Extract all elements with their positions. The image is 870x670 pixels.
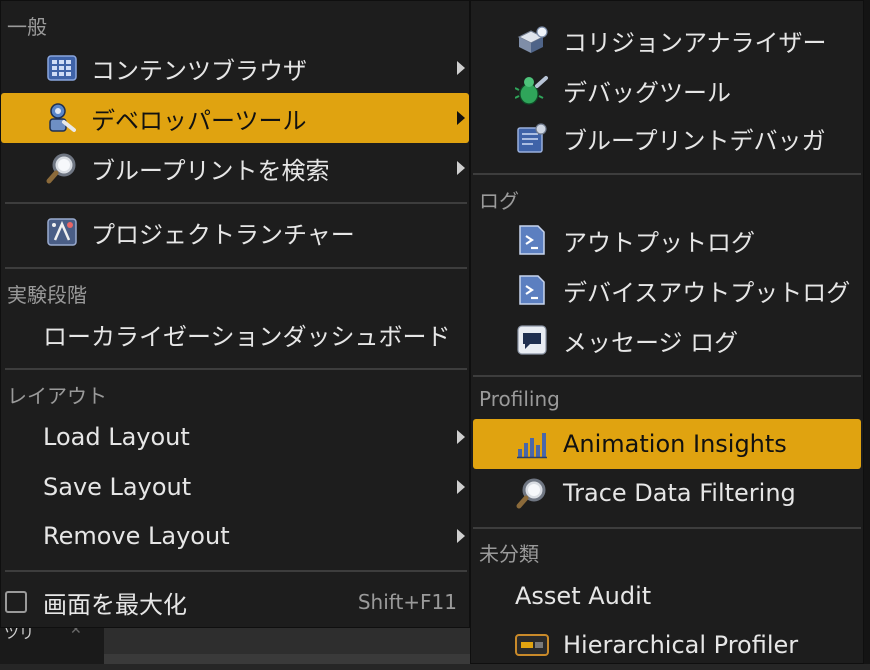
menu-item-device-output-log[interactable]: デバイスアウトプットログ bbox=[473, 265, 861, 315]
chevron-right-icon bbox=[457, 161, 465, 175]
bottom-panel-area bbox=[104, 654, 470, 664]
menu-item-output-log[interactable]: アウトプットログ bbox=[473, 215, 861, 265]
menu-divider bbox=[5, 267, 467, 269]
tree-tab-label: ツリ bbox=[4, 626, 35, 642]
menu-item-label: Trace Data Filtering bbox=[563, 479, 796, 507]
chevron-right-icon bbox=[457, 111, 465, 125]
chevron-right-icon bbox=[457, 529, 465, 543]
menu-item-project-launcher[interactable]: プロジェクトランチャー bbox=[1, 207, 469, 257]
menu-item-label: デバッグツール bbox=[563, 78, 731, 107]
menu-item-label: Save Layout bbox=[43, 473, 192, 501]
menu-item-label: プロジェクトランチャー bbox=[91, 220, 355, 249]
menu-item-debug-tools[interactable]: デバッグツール bbox=[473, 65, 861, 115]
blueprint-debugger-icon bbox=[515, 121, 549, 155]
scrollbar[interactable] bbox=[864, 0, 870, 664]
profiler-icon bbox=[515, 628, 549, 662]
chevron-right-icon bbox=[457, 430, 465, 444]
menu-item-message-log[interactable]: メッセージ ログ bbox=[473, 315, 861, 365]
menu-item-label: コリジョンアナライザー bbox=[563, 28, 827, 57]
menu-divider bbox=[5, 202, 467, 204]
section-header-layout: レイアウト bbox=[7, 384, 107, 408]
chevron-right-icon bbox=[457, 61, 465, 75]
magnifier-icon bbox=[515, 476, 549, 510]
menu-item-hierarchical-profiler[interactable]: Hierarchical Profiler bbox=[473, 620, 861, 670]
menu-item-remove-layout[interactable]: Remove Layout bbox=[1, 511, 469, 561]
menu-item-developer-tools[interactable]: デベロッパーツール bbox=[1, 93, 469, 143]
menu-item-label: Load Layout bbox=[43, 423, 190, 451]
menu-item-label: メッセージ ログ bbox=[563, 328, 739, 357]
section-header-uncategorized: 未分類 bbox=[479, 542, 539, 566]
magnifier-icon bbox=[45, 151, 79, 185]
developer-tools-icon bbox=[43, 101, 77, 135]
maximize-checkbox[interactable] bbox=[5, 591, 27, 613]
grid-icon bbox=[45, 51, 79, 85]
device-output-log-icon bbox=[515, 273, 549, 307]
menu-item-label: Asset Audit bbox=[515, 582, 652, 610]
menu-item-find-in-blueprints[interactable]: ブループリントを検索 bbox=[1, 143, 469, 193]
menu-divider bbox=[473, 173, 861, 175]
menu-item-load-layout[interactable]: Load Layout bbox=[1, 412, 469, 462]
menu-item-save-layout[interactable]: Save Layout bbox=[1, 462, 469, 512]
menu-divider bbox=[473, 375, 861, 377]
output-log-icon bbox=[515, 223, 549, 257]
section-header-log: ログ bbox=[479, 189, 519, 213]
menu-item-label: 画面を最大化 bbox=[43, 590, 187, 619]
menu-item-label: Remove Layout bbox=[43, 522, 230, 550]
menu-item-label: コンテンツブラウザ bbox=[91, 56, 307, 85]
menu-item-collision-analyzer[interactable]: コリジョンアナライザー bbox=[473, 15, 861, 65]
menu-item-label: デバイスアウトプットログ bbox=[563, 278, 851, 307]
bar-chart-icon bbox=[515, 427, 549, 461]
menu-item-label: アウトプットログ bbox=[563, 228, 755, 257]
menu-item-content-browser[interactable]: コンテンツブラウザ bbox=[1, 43, 469, 93]
menu-item-asset-audit[interactable]: Asset Audit bbox=[473, 571, 861, 621]
menu-item-maximize-viewport[interactable]: 画面を最大化 Shift+F11 bbox=[1, 577, 469, 627]
menu-item-label: ローカライゼーションダッシュボード bbox=[43, 322, 451, 351]
tree-tab[interactable]: ツリ ✕ bbox=[0, 626, 104, 664]
menu-item-label: Hierarchical Profiler bbox=[563, 631, 799, 659]
section-header-profiling: Profiling bbox=[479, 387, 560, 411]
menu-item-localization-dashboard[interactable]: ローカライゼーションダッシュボード bbox=[1, 309, 469, 359]
menu-divider bbox=[5, 570, 467, 572]
developer-tools-submenu: コリジョンアナライザー デバッグツール ブループリントデバッガ ログ アウトプッ… bbox=[470, 0, 864, 664]
menu-item-label: Animation Insights bbox=[563, 430, 787, 458]
menu-item-blueprint-debugger[interactable]: ブループリントデバッガ bbox=[473, 113, 861, 163]
chevron-right-icon bbox=[457, 480, 465, 494]
menu-item-label: ブループリントデバッガ bbox=[563, 126, 826, 155]
menu-item-label: デベロッパーツール bbox=[91, 106, 307, 135]
section-header-general: 一般 bbox=[7, 15, 47, 39]
shortcut-label: Shift+F11 bbox=[357, 590, 457, 614]
menu-divider bbox=[473, 527, 861, 529]
message-log-icon bbox=[515, 323, 549, 357]
collision-analyzer-icon bbox=[515, 23, 549, 57]
menu-item-animation-insights[interactable]: Animation Insights bbox=[473, 419, 861, 469]
menu-divider bbox=[5, 368, 467, 370]
menu-item-label: ブループリントを検索 bbox=[91, 156, 330, 185]
debug-tools-icon bbox=[515, 73, 549, 107]
section-header-experimental: 実験段階 bbox=[7, 283, 87, 307]
launcher-icon bbox=[45, 215, 79, 249]
menu-item-trace-data-filtering[interactable]: Trace Data Filtering bbox=[473, 468, 861, 518]
window-menu: 一般 コンテンツブラウザ デベロッパーツール ブループリントを検索 プロジェクト… bbox=[0, 0, 470, 628]
